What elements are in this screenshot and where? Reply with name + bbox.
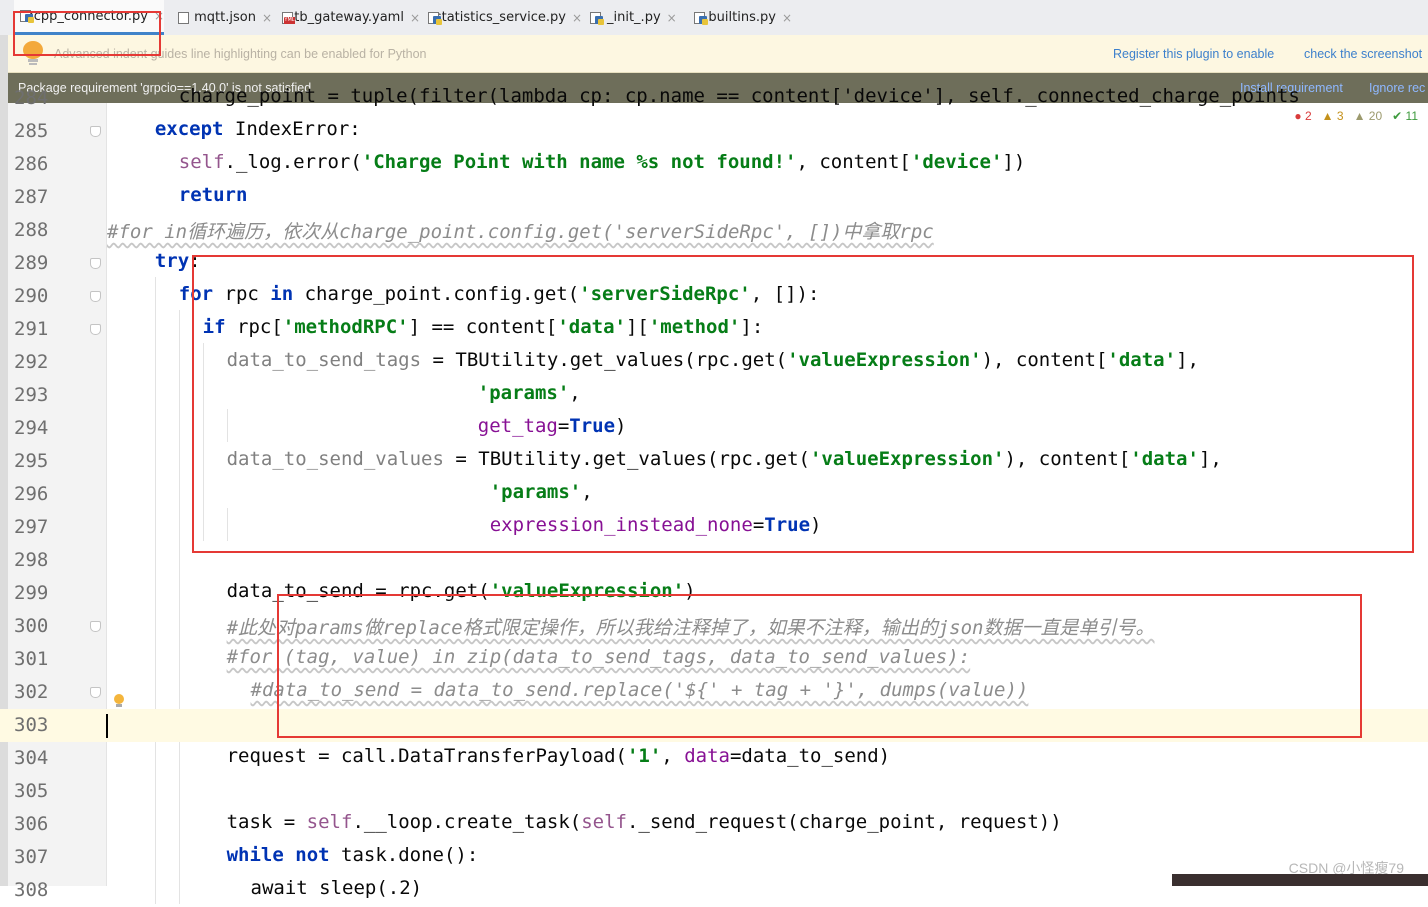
line-number: 299: [14, 582, 49, 604]
fold-marker-icon[interactable]: [90, 258, 101, 269]
line-number: 293: [14, 384, 49, 406]
code-token: 'device': [910, 151, 1003, 173]
line-number: 287: [14, 186, 49, 208]
line-number: 290: [14, 285, 49, 307]
code-token: while: [226, 844, 284, 866]
inspection-widget[interactable]: ● 2 ▲ 3 ▲ 20 ✔ 11: [1294, 109, 1418, 123]
code-line[interactable]: 304 request = call.DataTransferPayload('1…: [0, 742, 1428, 775]
code-token: IndexError:: [223, 118, 361, 140]
code-text: return: [179, 184, 248, 206]
code-line[interactable]: 306 task = self.__loop.create_task(self._…: [0, 808, 1428, 841]
code-token: 'Charge Point with name %s not found!': [361, 151, 797, 173]
code-line[interactable]: 288 #for in循环遍历，依次从charge_point.config.ge…: [0, 214, 1428, 247]
code-line[interactable]: 287 return: [0, 181, 1428, 214]
text-caret: [106, 714, 108, 738]
code-token: task =: [226, 811, 307, 833]
code-token: ._log.error(: [224, 151, 362, 173]
code-text: while not task.done():: [227, 844, 479, 866]
line-number: 286: [14, 153, 49, 175]
code-text: except IndexError:: [155, 118, 361, 140]
line-number: 292: [14, 351, 49, 373]
code-token: data: [684, 745, 730, 767]
line-number: 302: [14, 681, 49, 703]
code-token: try: [154, 250, 190, 272]
fold-marker-icon[interactable]: [90, 621, 101, 632]
code-line[interactable]: 307 while not task.done():: [0, 841, 1428, 874]
code-line[interactable]: 286 self._log.error('Charge Point with na…: [0, 148, 1428, 181]
line-number: 298: [14, 549, 49, 571]
code-token: await sleep(.2): [250, 877, 423, 899]
code-token: ._send_request(charge_point, request)): [626, 811, 1062, 833]
code-token: self: [306, 811, 353, 833]
line-number: 285: [14, 120, 49, 142]
code-token: ]): [1002, 151, 1026, 173]
line-number: 305: [14, 780, 49, 802]
code-text: self._log.error('Charge Point with name …: [179, 151, 1026, 173]
fold-marker-icon[interactable]: [90, 687, 101, 698]
code-token: =data_to_send): [729, 745, 891, 767]
line-number: 284: [14, 87, 49, 109]
code-token: '1': [626, 745, 662, 767]
code-text: await sleep(.2): [251, 877, 423, 899]
line-number: 296: [14, 483, 49, 505]
fold-marker-icon[interactable]: [90, 324, 101, 335]
line-number: 294: [14, 417, 49, 439]
intention-bulb-icon[interactable]: [114, 694, 125, 708]
line-number: 295: [14, 450, 49, 472]
code-token: #for in循环遍历，依次从charge_point.config.get('…: [107, 221, 934, 243]
fold-marker-icon[interactable]: [90, 126, 101, 137]
line-number: 297: [14, 516, 49, 538]
code-token: not: [295, 844, 330, 866]
code-token: .__loop.create_task(: [352, 811, 582, 833]
code-token: task.done():: [329, 844, 479, 866]
annotation-box-comment-block: [277, 594, 1362, 738]
code-text: #for in循环遍历，依次从charge_point.config.get('…: [107, 217, 934, 244]
warning-count[interactable]: ▲ 3: [1322, 109, 1344, 123]
line-number: 289: [14, 252, 49, 274]
window-corner-strip: [1172, 874, 1428, 886]
annotation-box-try-block: [192, 255, 1414, 553]
annotation-box-tab: [13, 11, 161, 56]
code-text: charge_point = tuple(filter(lambda cp: c…: [179, 85, 1300, 107]
code-text: task = self.__loop.create_task(self._sen…: [227, 811, 1062, 833]
line-number: 304: [14, 747, 49, 769]
line-number: 300: [14, 615, 49, 637]
code-token: self: [581, 811, 627, 833]
code-token: except: [154, 118, 224, 140]
error-count[interactable]: ● 2: [1294, 109, 1311, 123]
weak-warning-count[interactable]: ▲ 20: [1354, 109, 1383, 123]
code-token: request = call.DataTransferPayload(: [226, 745, 627, 767]
line-number: 306: [14, 813, 49, 835]
code-token: return: [178, 184, 248, 206]
code-token: charge_point = tuple(filter(lambda cp: c…: [178, 85, 1300, 107]
code-text: request = call.DataTransferPayload('1', …: [227, 745, 891, 767]
line-number: 301: [14, 648, 49, 670]
code-token: , content[: [796, 151, 911, 173]
code-token: ,: [661, 745, 685, 767]
code-line[interactable]: 305: [0, 775, 1428, 808]
code-line[interactable]: 285 except IndexError:: [0, 115, 1428, 148]
typo-count[interactable]: ✔ 11: [1392, 109, 1418, 123]
line-number: 291: [14, 318, 49, 340]
code-token: self: [178, 151, 225, 173]
code-line[interactable]: 284 charge_point = tuple(filter(lambda cp…: [0, 82, 1428, 115]
line-number: 307: [14, 846, 49, 868]
line-number: 288: [14, 219, 49, 241]
fold-marker-icon[interactable]: [90, 291, 101, 302]
line-number: 303: [14, 714, 49, 736]
line-number: 308: [14, 879, 49, 901]
